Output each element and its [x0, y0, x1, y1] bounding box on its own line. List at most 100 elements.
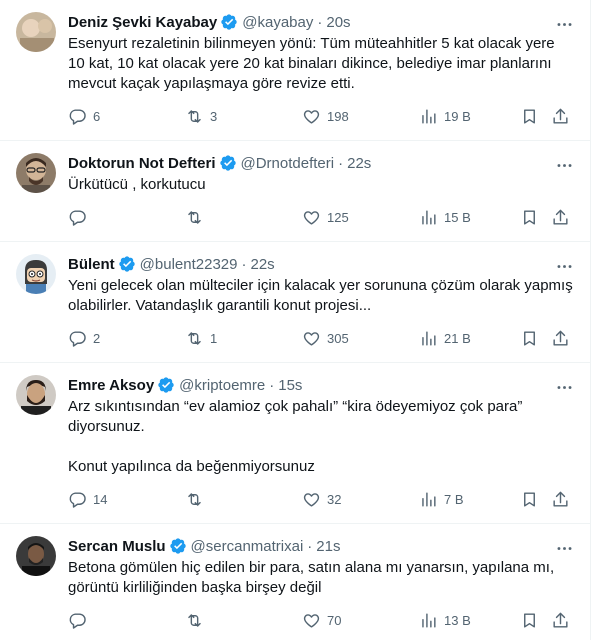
- timeline-feed: Deniz Şevki Kayabay @kayabay · 20s Eseny…: [0, 0, 591, 640]
- reply-button[interactable]: [68, 611, 185, 630]
- like-button[interactable]: 70: [302, 611, 419, 630]
- avatar[interactable]: [16, 254, 56, 294]
- author-name[interactable]: Bülent: [68, 256, 115, 273]
- like-button[interactable]: 198: [302, 107, 419, 126]
- retweet-button[interactable]: [185, 611, 302, 630]
- more-button[interactable]: [554, 256, 574, 276]
- tweet-header: Sercan Muslu @sercanmatrixai · 21s: [68, 536, 574, 556]
- retweet-icon: [188, 210, 201, 224]
- more-icon: [557, 264, 571, 268]
- bookmark-button[interactable]: [520, 490, 551, 509]
- tweet-header: Doktorun Not Defteri @Drnotdefteri · 22s: [68, 153, 574, 173]
- retweet-button[interactable]: [185, 490, 302, 509]
- reply-count: 6: [93, 108, 101, 124]
- tweet-header: Bülent @bulent22329 · 22s: [68, 254, 574, 274]
- avatar[interactable]: [16, 536, 56, 576]
- tweet-actions: 2 1 305 21 B: [68, 322, 574, 354]
- reply-button[interactable]: 14: [68, 490, 185, 509]
- timestamp[interactable]: 22s: [250, 256, 274, 273]
- bookmark-button[interactable]: [520, 329, 551, 348]
- reply-button[interactable]: 2: [68, 329, 185, 348]
- tweet-header: Emre Aksoy @kriptoemre · 15s: [68, 375, 574, 395]
- tweet[interactable]: Emre Aksoy @kriptoemre · 15s Arz sıkıntı…: [0, 363, 590, 524]
- separator: ·: [241, 255, 247, 273]
- view-count: 19 B: [444, 108, 471, 124]
- retweet-button[interactable]: [185, 208, 302, 227]
- author-handle[interactable]: @sercanmatrixai: [191, 538, 304, 555]
- more-button[interactable]: [554, 14, 574, 34]
- retweet-button[interactable]: 1: [185, 329, 302, 348]
- verified-badge-icon: [220, 13, 238, 31]
- views-icon: [422, 108, 436, 124]
- tweet[interactable]: Bülent @bulent22329 · 22s Yeni gelecek o…: [0, 242, 590, 363]
- share-icon: [553, 330, 568, 346]
- share-icon: [553, 612, 568, 628]
- author-name[interactable]: Deniz Şevki Kayabay: [68, 14, 217, 31]
- timestamp[interactable]: 22s: [347, 155, 371, 172]
- like-count: 70: [327, 612, 342, 628]
- views-button[interactable]: 19 B: [419, 107, 520, 126]
- more-icon: [557, 22, 571, 26]
- views-icon: [422, 491, 436, 507]
- bookmark-icon: [524, 612, 535, 628]
- avatar[interactable]: [16, 12, 56, 52]
- author-handle[interactable]: @Drnotdefteri: [241, 155, 335, 172]
- share-button[interactable]: [551, 329, 570, 348]
- bookmark-button[interactable]: [520, 208, 551, 227]
- more-button[interactable]: [554, 538, 574, 558]
- tweet[interactable]: Deniz Şevki Kayabay @kayabay · 20s Eseny…: [0, 0, 590, 141]
- bookmark-icon: [524, 330, 535, 346]
- like-button[interactable]: 125: [302, 208, 419, 227]
- reply-icon: [69, 108, 86, 125]
- author-handle[interactable]: @bulent22329: [140, 256, 238, 273]
- author-name[interactable]: Sercan Muslu: [68, 538, 166, 555]
- retweet-button[interactable]: 3: [185, 107, 302, 126]
- share-icon: [553, 108, 568, 124]
- like-count: 32: [327, 491, 342, 507]
- share-button[interactable]: [551, 490, 570, 509]
- tweet[interactable]: Sercan Muslu @sercanmatrixai · 21s Beton…: [0, 524, 590, 640]
- separator: ·: [307, 537, 313, 555]
- retweet-icon: [188, 109, 201, 123]
- timestamp[interactable]: 15s: [278, 377, 302, 394]
- like-icon: [303, 613, 320, 628]
- verified-badge-icon: [169, 537, 187, 555]
- timestamp[interactable]: 21s: [316, 538, 340, 555]
- verified-badge-icon: [157, 376, 175, 394]
- author-name[interactable]: Doktorun Not Defteri: [68, 155, 216, 172]
- views-icon: [422, 209, 436, 225]
- author-name[interactable]: Emre Aksoy: [68, 377, 154, 394]
- tweet-text: Ürkütücü , korkutucu: [68, 176, 206, 193]
- tweet-actions: 14 32 7 B: [68, 483, 574, 515]
- view-count: 21 B: [444, 330, 471, 346]
- tweet-actions: 125 15 B: [68, 201, 574, 233]
- tweet[interactable]: Doktorun Not Defteri @Drnotdefteri · 22s…: [0, 141, 590, 242]
- like-button[interactable]: 305: [302, 329, 419, 348]
- views-button[interactable]: 21 B: [419, 329, 520, 348]
- author-handle[interactable]: @kriptoemre: [179, 377, 265, 394]
- bookmark-button[interactable]: [520, 107, 551, 126]
- tweet-actions: 70 13 B: [68, 604, 574, 636]
- share-button[interactable]: [551, 611, 570, 630]
- views-icon: [422, 612, 436, 628]
- timestamp[interactable]: 20s: [326, 14, 350, 31]
- views-button[interactable]: 15 B: [419, 208, 520, 227]
- like-icon: [303, 109, 320, 124]
- like-count: 198: [327, 108, 349, 124]
- author-handle[interactable]: @kayabay: [242, 14, 313, 31]
- bookmark-button[interactable]: [520, 611, 551, 630]
- reply-button[interactable]: [68, 208, 185, 227]
- share-button[interactable]: [551, 107, 570, 126]
- verified-badge-icon: [118, 255, 136, 273]
- views-button[interactable]: 13 B: [419, 611, 520, 630]
- avatar[interactable]: [16, 153, 56, 193]
- like-button[interactable]: 32: [302, 490, 419, 509]
- retweet-icon: [188, 492, 201, 506]
- more-button[interactable]: [554, 377, 574, 397]
- more-button[interactable]: [554, 155, 574, 175]
- views-button[interactable]: 7 B: [419, 490, 520, 509]
- reply-button[interactable]: 6: [68, 107, 185, 126]
- retweet-icon: [188, 613, 201, 627]
- share-button[interactable]: [551, 208, 570, 227]
- avatar[interactable]: [16, 375, 56, 415]
